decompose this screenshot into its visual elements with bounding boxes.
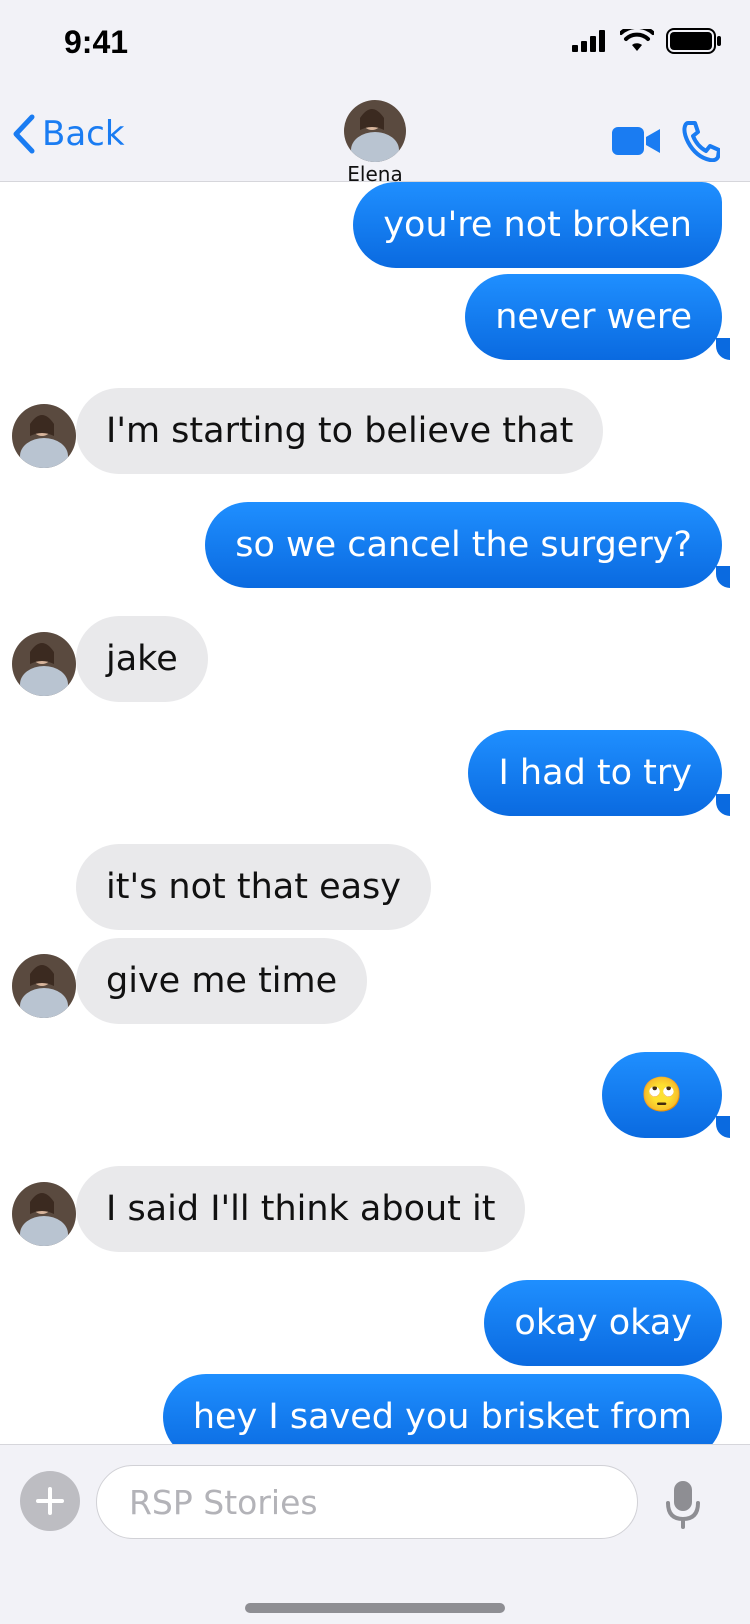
message-thread[interactable]: you're not broken never were I'm startin… [0,182,750,1444]
phone-icon[interactable] [682,120,720,162]
message-text: okay okay [514,1303,692,1343]
message-emoji: 🙄 [640,1075,684,1115]
message-text: I said I'll think about it [106,1189,496,1229]
incoming-message[interactable]: I'm starting to believe that [76,388,604,474]
header-actions [612,120,720,162]
outgoing-message[interactable]: hey I saved you brisket from [162,1374,722,1444]
bubble-tail [716,1116,730,1138]
incoming-message[interactable]: give me time [76,938,368,1024]
bubble-tail [716,338,730,360]
message-text: you're not broken [383,205,692,245]
microphone-icon[interactable] [665,1481,701,1529]
message-text: hey I saved you brisket from [192,1397,692,1437]
message-text: give me time [106,961,338,1001]
message-text: never were [495,297,692,337]
bubble-tail [716,566,730,588]
bubble-tail [716,794,730,816]
chevron-left-icon [13,114,35,154]
message-input[interactable] [96,1465,638,1539]
outgoing-message[interactable]: so we cancel the surgery? [205,502,722,588]
status-time: 9:41 [64,24,129,60]
avatar [344,100,406,162]
avatar[interactable] [12,954,76,1018]
signal-icon [572,30,605,52]
message-text: I'm starting to believe that [106,411,574,451]
message-composer [0,1444,750,1624]
message-text: it's not that easy [106,867,402,907]
outgoing-message[interactable]: I had to try [468,730,722,816]
back-label: Back [42,114,125,154]
outgoing-message[interactable]: 🙄 [602,1052,722,1138]
navigation-header: 9:41 Back Elena [0,0,750,186]
status-icons [572,28,722,54]
outgoing-message[interactable]: okay okay [484,1280,722,1366]
avatar[interactable] [12,632,76,696]
incoming-message[interactable]: I said I'll think about it [76,1166,526,1252]
message-text: I had to try [498,753,692,793]
avatar[interactable] [12,404,76,468]
message-text: so we cancel the surgery? [235,525,692,565]
message-text: jake [106,639,178,679]
avatar[interactable] [12,1182,76,1246]
outgoing-message[interactable]: never were [465,274,722,360]
contact-info[interactable]: Elena [315,100,435,186]
incoming-message[interactable]: it's not that easy [76,844,432,930]
home-indicator [245,1603,505,1613]
incoming-message[interactable]: jake [76,616,208,702]
wifi-icon [620,29,654,51]
back-button[interactable]: Back [12,114,125,154]
video-call-icon[interactable] [612,127,660,155]
outgoing-message[interactable]: you're not broken [353,182,722,268]
add-attachment-button[interactable] [20,1471,80,1531]
battery-icon [666,28,721,54]
plus-icon [36,1487,64,1515]
